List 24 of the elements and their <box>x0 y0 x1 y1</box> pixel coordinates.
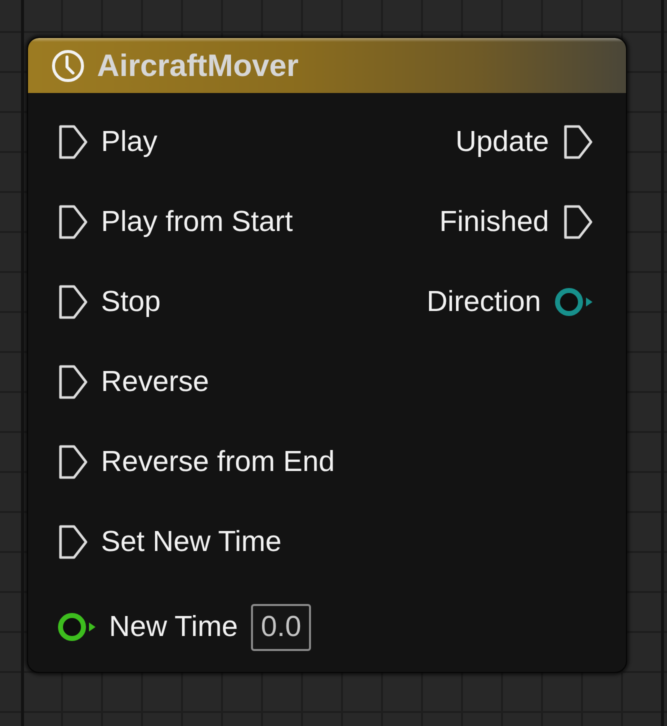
pin-label: Direction <box>426 286 541 318</box>
pin-label: Play from Start <box>101 206 293 238</box>
pin-label: Update <box>455 126 549 158</box>
pin-label: Play <box>101 126 158 158</box>
arrow-pin-icon[interactable] <box>58 284 88 320</box>
pin-label: Reverse from End <box>101 446 335 478</box>
arrow-pin-icon[interactable] <box>563 204 593 240</box>
pin-label: Set New Time <box>101 526 282 558</box>
arrow-pin-icon[interactable] <box>58 524 88 560</box>
node-title: AircraftMover <box>97 48 299 84</box>
arrow-pin-icon[interactable] <box>58 444 88 480</box>
arrow-pin-icon[interactable] <box>58 364 88 400</box>
value-field[interactable]: 0.0 <box>250 604 312 650</box>
pin-label: Reverse <box>101 366 209 398</box>
arrow-pin-icon[interactable] <box>58 204 88 240</box>
circle-pin-icon[interactable] <box>58 612 96 642</box>
node-card[interactable]: AircraftMover Play Play from Start Stop Reverse Reverse from End Set New Time New Time 0.0 Update Finished Direction <box>27 37 627 673</box>
arrow-pin-icon[interactable] <box>563 124 593 160</box>
arrow-pin-icon[interactable] <box>58 124 88 160</box>
pin-label: New Time <box>109 610 238 644</box>
pin-label: Stop <box>101 286 161 318</box>
clock-icon <box>51 48 85 82</box>
pin-label: Finished <box>439 206 549 238</box>
circle-pin-icon[interactable] <box>555 287 593 317</box>
